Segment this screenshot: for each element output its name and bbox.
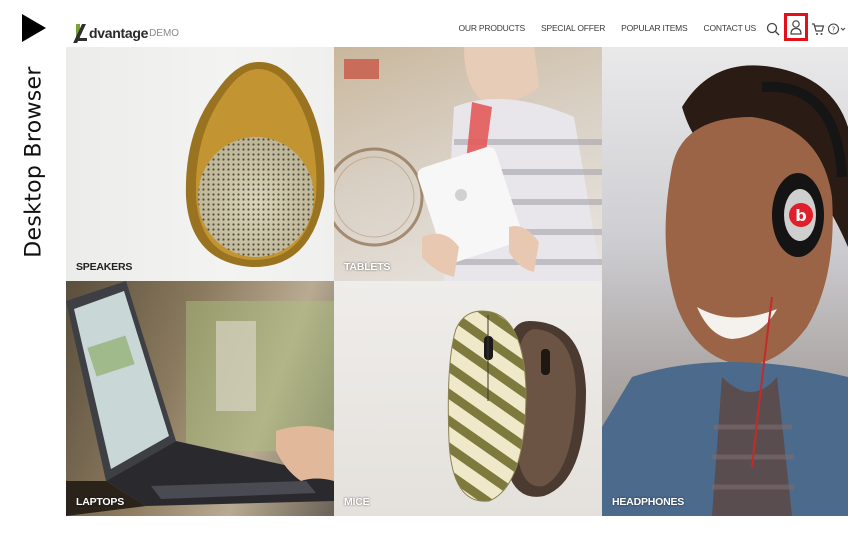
category-tile-tablets[interactable]: TABLETS (334, 47, 602, 281)
app-window: dvantage DEMO OUR PRODUCTS SPECIAL OFFER… (66, 10, 848, 533)
svg-text:?: ? (832, 26, 836, 34)
category-label-headphones: HEADPHONES (612, 496, 685, 508)
user-account-button[interactable] (784, 13, 808, 41)
nav-our-products[interactable]: OUR PRODUCTS (458, 23, 525, 33)
main-nav: OUR PRODUCTS SPECIAL OFFER POPULAR ITEMS… (458, 23, 756, 33)
mice-image (447, 310, 586, 502)
category-tile-laptops[interactable]: LAPTOPS (66, 281, 334, 516)
laptop-image (66, 281, 334, 516)
svg-text:b: b (795, 206, 806, 225)
cart-icon (812, 23, 825, 35)
nav-contact-us[interactable]: CONTACT US (704, 23, 757, 33)
top-navigation-bar: dvantage DEMO OUR PRODUCTS SPECIAL OFFER… (66, 10, 848, 47)
search-button[interactable] (764, 18, 782, 40)
search-icon (766, 22, 780, 36)
category-label-mice: MICE (344, 496, 370, 508)
category-label-laptops: LAPTOPS (76, 496, 124, 508)
category-tile-speakers[interactable]: SPEAKERS (66, 47, 334, 281)
user-icon (790, 20, 802, 35)
tablet-person-image (334, 47, 602, 281)
nav-popular-items[interactable]: POPULAR ITEMS (621, 23, 688, 33)
speaker-image (185, 61, 325, 268)
help-menu-button[interactable]: ? (826, 18, 848, 40)
site-logo[interactable]: dvantage DEMO (73, 21, 180, 43)
cart-button[interactable] (809, 18, 827, 40)
logo-subtext: DEMO (149, 28, 180, 39)
annotation-strip: Desktop Browser (0, 0, 66, 533)
nav-special-offer[interactable]: SPECIAL OFFER (541, 23, 605, 33)
logo-text: dvantage (89, 25, 149, 41)
category-label-tablets: TABLETS (344, 261, 391, 273)
category-label-speakers: SPEAKERS (76, 261, 133, 273)
category-tile-mice[interactable]: MICE (334, 281, 602, 516)
logo-mark-icon (73, 24, 88, 43)
play-arrow-icon (22, 14, 46, 42)
help-icon: ? (827, 23, 846, 35)
category-tile-headphones[interactable]: b HEADPHONES (602, 47, 848, 516)
headphones-person-image: b (602, 65, 848, 516)
annotation-label: Desktop Browser (21, 66, 47, 258)
